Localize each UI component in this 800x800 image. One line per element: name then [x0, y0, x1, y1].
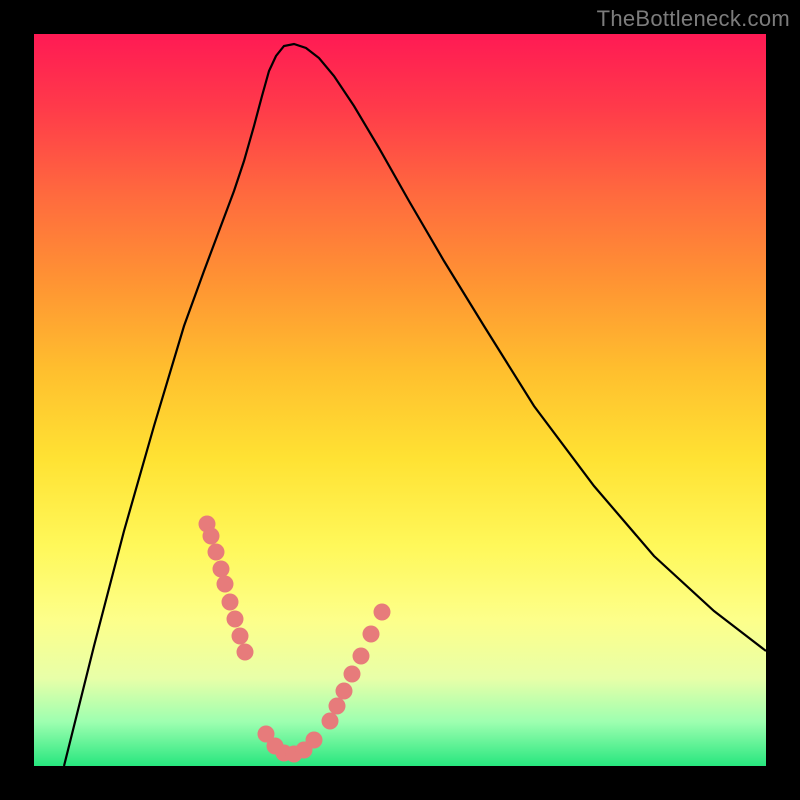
data-point — [353, 648, 370, 665]
data-point — [217, 576, 234, 593]
watermark-text: TheBottleneck.com — [597, 6, 790, 32]
data-point — [363, 626, 380, 643]
bottleneck-plot — [34, 34, 766, 766]
chart-canvas — [34, 34, 766, 766]
data-point — [336, 683, 353, 700]
data-point — [227, 611, 244, 628]
data-point — [213, 561, 230, 578]
data-point — [306, 732, 323, 749]
data-point — [344, 666, 361, 683]
data-point — [322, 713, 339, 730]
data-point — [232, 628, 249, 645]
data-point — [329, 698, 346, 715]
data-point — [374, 604, 391, 621]
data-point — [208, 544, 225, 561]
data-point — [203, 528, 220, 545]
bottleneck-curve — [64, 44, 766, 766]
data-point — [222, 594, 239, 611]
data-points-group — [199, 516, 391, 763]
data-point — [237, 644, 254, 661]
